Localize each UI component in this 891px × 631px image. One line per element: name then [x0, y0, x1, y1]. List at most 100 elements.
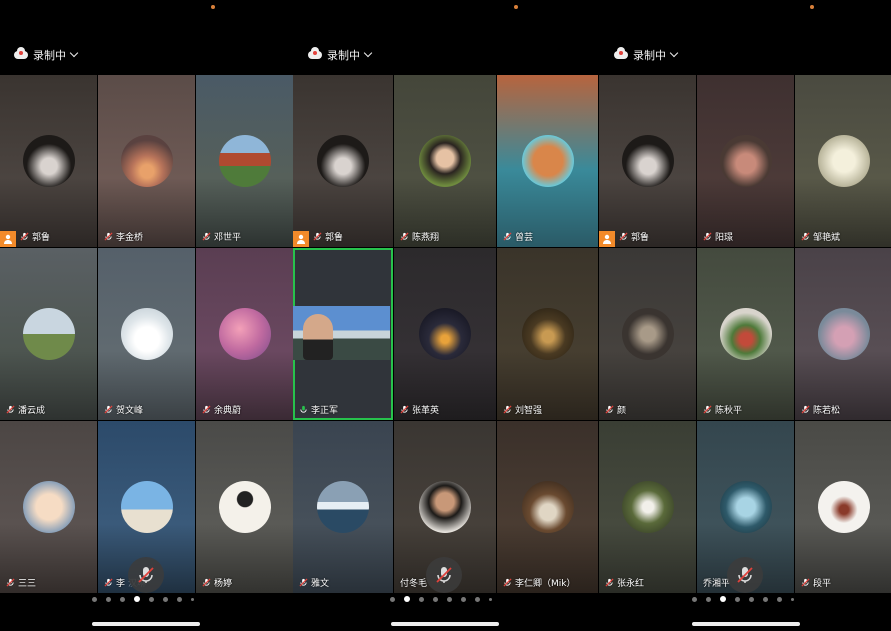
cloud-record-icon [14, 47, 28, 59]
participant-tile[interactable]: 曾芸 [497, 75, 598, 247]
participant-avatar [22, 135, 75, 187]
mic-muted-icon [737, 567, 753, 583]
participant-tile[interactable]: 阳璟 [697, 75, 794, 247]
mute-button[interactable] [426, 557, 462, 593]
participant-tile[interactable]: 张永红 [599, 421, 696, 593]
page-dot[interactable] [106, 596, 111, 602]
participant-avatar [621, 135, 674, 187]
page-dot[interactable] [706, 596, 711, 602]
page-dot[interactable] [447, 596, 452, 602]
participant-tile[interactable]: 潘云成 [0, 248, 97, 420]
page-dot[interactable] [475, 596, 480, 602]
participant-avatar [218, 481, 271, 533]
participant-name: 阳璟 [715, 233, 734, 243]
participant-label: 刘智强 [503, 403, 542, 416]
participant-name: 曾芸 [515, 233, 534, 243]
page-indicator[interactable] [390, 596, 492, 602]
participant-label: 陈若松 [801, 403, 840, 416]
participant-avatar [218, 135, 271, 187]
participant-avatar [218, 308, 271, 360]
participant-tile-speaking[interactable]: 李正军 [293, 248, 393, 420]
page-dot[interactable] [419, 596, 424, 602]
page-dot[interactable] [735, 596, 740, 602]
page-dot[interactable] [149, 596, 154, 602]
participant-tile[interactable]: 郭鲁 [599, 75, 696, 247]
page-dot[interactable] [177, 596, 182, 602]
page-dot[interactable] [791, 597, 794, 601]
participant-name: 李仁卿（Mik） [515, 579, 576, 589]
participant-tile[interactable]: 三三 [0, 421, 97, 593]
participant-tile[interactable]: 陈秋平 [697, 248, 794, 420]
participant-tile[interactable]: 雅文 [293, 421, 393, 593]
page-dot[interactable] [763, 596, 768, 602]
home-indicator[interactable] [692, 622, 800, 626]
page-dot[interactable] [191, 597, 194, 601]
page-dot[interactable] [461, 596, 466, 602]
participant-tile[interactable]: 颜 [599, 248, 696, 420]
participant-name: 李正军 [311, 406, 339, 416]
participant-name: 付冬毛 [400, 579, 428, 589]
recording-label: 录制中 [327, 49, 360, 62]
participant-tile[interactable]: 郭鲁 [293, 75, 393, 247]
camera-indicator [810, 5, 814, 9]
participant-name: 陈若松 [813, 406, 841, 416]
participant-tile[interactable]: 杨婷 [196, 421, 293, 593]
page-dot[interactable] [120, 596, 125, 602]
page-dot[interactable] [749, 596, 754, 602]
recording-status[interactable]: 录制中 [308, 47, 373, 63]
participant-name: 陈燕翔 [412, 233, 440, 243]
participant-tile[interactable]: 李金桥 [98, 75, 195, 247]
page-dot[interactable] [390, 596, 395, 602]
participant-tile[interactable]: 邹艳斌 [795, 75, 891, 247]
participant-avatar [22, 308, 75, 360]
participant-label: 曾芸 [503, 230, 533, 243]
participant-tile[interactable]: 李仁卿（Mik） [497, 421, 598, 593]
mute-button[interactable] [128, 557, 164, 593]
home-indicator[interactable] [92, 622, 200, 626]
participant-grid: 郭鲁 陈燕翔 曾芸 李正军 张革英 刘智强 雅文 付冬毛 李仁卿（Mik） [293, 75, 598, 595]
participant-avatar [719, 135, 772, 187]
participant-name: 张革英 [412, 406, 440, 416]
chevron-down-icon [69, 48, 79, 58]
participant-label: 张永红 [605, 576, 644, 589]
participant-avatar [120, 308, 173, 360]
page-dot-active[interactable] [134, 596, 140, 602]
participant-avatar [419, 308, 471, 360]
chevron-down-icon [669, 48, 679, 58]
mute-button[interactable] [727, 557, 763, 593]
participant-tile[interactable]: 张革英 [394, 248, 496, 420]
participant-tile[interactable]: 段平 [795, 421, 891, 593]
page-dot[interactable] [433, 596, 438, 602]
participant-tile[interactable]: 郭鲁 [0, 75, 97, 247]
participant-label: 雅文 [299, 576, 329, 589]
participant-tile[interactable]: 陈若松 [795, 248, 891, 420]
page-dot[interactable] [692, 596, 697, 602]
participant-tile[interactable]: 余典蔚 [196, 248, 293, 420]
recording-status[interactable]: 录制中 [614, 47, 679, 63]
mic-muted-icon [104, 232, 113, 241]
host-badge [0, 231, 16, 247]
page-dot-active[interactable] [404, 596, 410, 602]
recording-status[interactable]: 录制中 [14, 47, 79, 63]
participant-name: 李 [116, 579, 126, 589]
page-dot[interactable] [92, 596, 97, 602]
participant-tile[interactable]: 邓世平 [196, 75, 293, 247]
mic-muted-icon [801, 578, 810, 587]
page-dot[interactable] [163, 596, 168, 602]
page-indicator[interactable] [92, 596, 194, 602]
page-dot[interactable] [489, 597, 492, 601]
participant-label: 郭鲁 [313, 230, 343, 243]
participant-label: 李仁卿（Mik） [503, 576, 575, 589]
participant-tile[interactable]: 刘智强 [497, 248, 598, 420]
page-dot-active[interactable] [720, 596, 726, 602]
home-indicator[interactable] [391, 622, 499, 626]
participant-tile[interactable]: 陈燕翔 [394, 75, 496, 247]
page-dot[interactable] [777, 596, 782, 602]
page-indicator[interactable] [692, 596, 794, 602]
mic-muted-icon [299, 578, 308, 587]
participant-name: 郭鲁 [631, 233, 650, 243]
participant-label: 李金桥 [104, 230, 143, 243]
participant-tile[interactable]: 贺文峰 [98, 248, 195, 420]
participant-label: 陈秋平 [703, 403, 742, 416]
meeting-panel-1: 录制中 郭鲁 李金桥 邓世平 潘云成 贺文峰 余典蔚 三三 李 杨婷 [0, 0, 293, 631]
